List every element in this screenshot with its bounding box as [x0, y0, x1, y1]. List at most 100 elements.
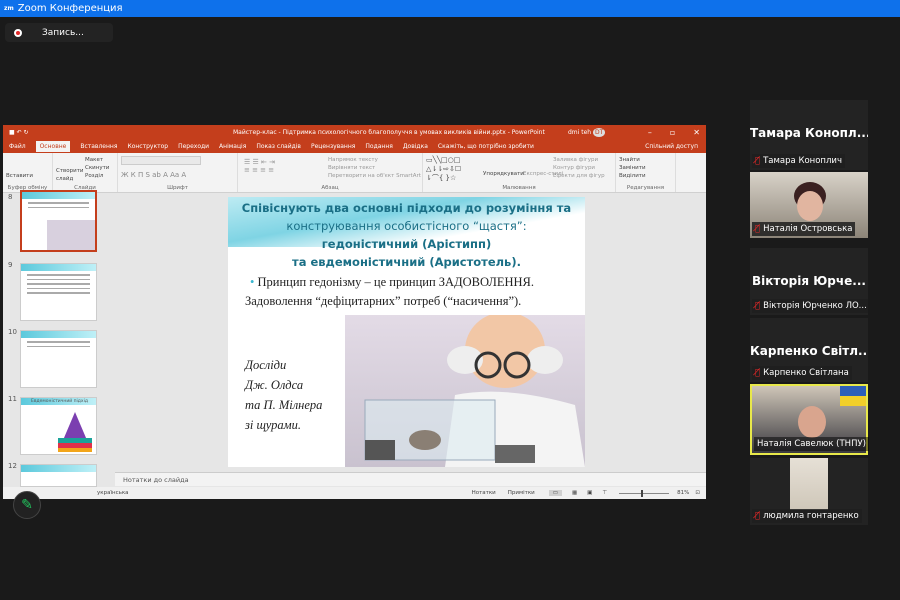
thumb-number: 12 [8, 462, 17, 470]
text-direction-button[interactable]: Напрямок тексту [328, 156, 421, 164]
slide-text: Задоволення “дефіцитарних” потреб (“наси… [245, 294, 522, 308]
paragraph-icons[interactable]: ☰ ☰ ⇤ ⇥ ≡ ≡ ≡ ≡ [244, 158, 275, 174]
bullet-icon: • [250, 275, 255, 289]
thumb-number: 11 [8, 395, 17, 403]
group-font: Ж К П S ab A Aa A Шрифт [118, 153, 238, 192]
slideshow-icon[interactable]: ⊤ [602, 490, 607, 496]
recording-indicator[interactable]: Запись... [5, 23, 113, 42]
select-button[interactable]: Виділити [619, 172, 672, 180]
tab-review[interactable]: Рецензування [311, 143, 355, 150]
group-label: Абзац [321, 185, 339, 191]
tab-insert[interactable]: Вставлення [80, 143, 117, 150]
participant-tile[interactable]: Тамара Конопл... 🎙̸ Тамара Коноплич [750, 100, 868, 170]
slide-title-line: гедоністичний (Арістипп) [321, 237, 492, 251]
slide-canvas[interactable]: Співіснують два основні підходи до розум… [228, 197, 585, 467]
notes-placeholder: Нотатки до слайда [123, 476, 189, 484]
participant-video-tile[interactable]: 🎙̸ людмила гонтаренко [750, 458, 868, 525]
thumb-number: 10 [8, 328, 17, 336]
notes-pane[interactable]: Нотатки до слайда [115, 472, 706, 486]
font-format-icons[interactable]: Ж К П S ab A Aa A [121, 171, 234, 179]
layout-button[interactable]: Макет [85, 156, 109, 164]
powerpoint-window: ■ ↶ ↻ Майстер-клас - Підтримка психологі… [3, 125, 706, 499]
zoom-titlebar: zm Zoom Конференция [0, 0, 900, 17]
close-icon[interactable]: ✕ [693, 128, 700, 137]
group-label: Шрифт [167, 185, 188, 191]
participant-video [798, 406, 826, 438]
thumb-title: Евдемоністичний підхід [31, 399, 88, 404]
arrange-button[interactable]: Упорядкувати [483, 171, 524, 177]
shape-effects-button[interactable]: Ефекти для фігур [553, 172, 605, 180]
section-button[interactable]: Розділ [85, 172, 109, 180]
thumbnail-scrollbar[interactable] [113, 193, 118, 487]
tab-view[interactable]: Подання [365, 143, 392, 150]
tab-home[interactable]: Основне [35, 141, 71, 152]
thumbnail-slide-10[interactable] [20, 330, 97, 388]
zoom-slider[interactable] [619, 489, 670, 497]
zoom-level[interactable]: 81% [677, 490, 689, 496]
ribbon: Вставити Буфер обміну Створити слайд Макет… [3, 153, 706, 193]
scientist-drawing [364, 312, 585, 467]
group-editing: Знайти Замінити Виділити Редагування [616, 153, 676, 192]
shape-fill-button[interactable]: Заливка фігури [553, 156, 605, 164]
pencil-icon[interactable]: ✎ [13, 491, 41, 519]
align-text-button[interactable]: Вирівняти текст [328, 164, 421, 172]
slide-title-line: конструювання особистісного “щастя”: [286, 219, 527, 233]
replace-button[interactable]: Замінити [619, 164, 672, 172]
font-select[interactable] [121, 156, 201, 165]
mic-muted-icon: 🎙̸ [755, 224, 761, 234]
save-icon[interactable]: ■ ↶ ↻ [9, 129, 29, 136]
caption-line: Дж. Олдса [245, 378, 304, 392]
thumb-number: 9 [8, 261, 13, 269]
caption-line: та П. Мілнера [245, 398, 323, 412]
tell-me-search[interactable]: Скажіть, що потрібно зробити [438, 143, 534, 150]
zoom-logo: zm [4, 5, 14, 12]
notes-button[interactable]: Нотатки [472, 490, 496, 496]
shape-outline-button[interactable]: Контур фігури [553, 164, 605, 172]
ribbon-tabs: Файл Основне Вставлення Конструктор Пере… [3, 140, 706, 153]
reading-view-icon[interactable]: ▣ [587, 490, 592, 496]
window-title: Zoom Конференция [17, 3, 123, 14]
tab-design[interactable]: Конструктор [127, 143, 168, 150]
user-account[interactable]: dmi teh DT [568, 128, 606, 137]
active-speaker-tile[interactable]: Наталія Савелюк (ТНПУ) [750, 384, 869, 455]
participant-video-tile[interactable]: 🎙̸ Наталія Островська [750, 172, 868, 238]
shapes-gallery[interactable]: ▭╲╲□○□ △⇂⇂⇨⇩☐ ⇂⌒{ }☆ [426, 156, 461, 183]
tab-file[interactable]: Файл [9, 143, 26, 150]
ppt-title: Майстер-клас - Підтримка психологічного … [233, 129, 545, 136]
group-paragraph: Напрямок тексту Вирівняти текст Перетворит… [238, 153, 423, 192]
status-bar: Слайд 8 з 30 українська Нотатки Примітки… [3, 487, 706, 499]
pyramid-graphic [58, 412, 92, 452]
tab-slideshow[interactable]: Показ слайдів [256, 143, 301, 150]
normal-view-icon[interactable]: ▭ [548, 490, 562, 496]
fit-slide-icon[interactable]: ⊡ [695, 490, 700, 496]
share-button[interactable]: Спільний доступ [645, 143, 698, 150]
tab-help[interactable]: Довідка [403, 143, 428, 150]
thumbnail-slide-11[interactable]: Евдемоністичний підхід [20, 397, 97, 455]
thumb-number: 8 [8, 193, 13, 201]
group-label: Редагування [626, 185, 665, 191]
new-slide-button[interactable]: Створити слайд [56, 167, 84, 183]
reset-button[interactable]: Скинути [85, 164, 109, 172]
tab-transitions[interactable]: Переходи [178, 143, 209, 150]
smartart-button[interactable]: Перетворити на об'єкт SmartArt [328, 172, 421, 180]
language-indicator[interactable]: українська [97, 490, 129, 496]
participant-big-name: Карпенко Світл... [750, 344, 868, 358]
comments-button[interactable]: Примітки [508, 490, 535, 496]
minimize-icon[interactable]: – [648, 128, 652, 137]
maximize-icon[interactable]: ▫ [670, 128, 675, 137]
participant-tile[interactable]: Карпенко Світл... 🎙̸ Карпенко Світлана [750, 318, 868, 382]
participant-big-name: Вікторія Юрче... [752, 274, 866, 288]
caption-line: Досліди [245, 358, 287, 372]
paste-button[interactable]: Вставити [6, 172, 49, 180]
thumbnail-slide-12[interactable] [20, 464, 97, 487]
participant-tile[interactable]: Вікторія Юрче... 🎙̸ Вікторія Юрченко ЛО... [750, 248, 868, 315]
slide-bullet: Принцип гедонізму – це принцип ЗАДОВОЛЕН… [257, 275, 534, 289]
slide-sorter-icon[interactable]: ▦ [572, 490, 577, 496]
thumbnail-slide-8[interactable] [20, 190, 97, 252]
ppt-titlebar: ■ ↶ ↻ Майстер-клас - Підтримка психологі… [3, 125, 706, 140]
tab-animations[interactable]: Анімація [219, 143, 246, 150]
thumbnail-slide-9[interactable] [20, 263, 97, 321]
flag-background [840, 386, 866, 406]
find-button[interactable]: Знайти [619, 156, 672, 164]
participant-name: Карпенко Світлана [763, 368, 849, 378]
